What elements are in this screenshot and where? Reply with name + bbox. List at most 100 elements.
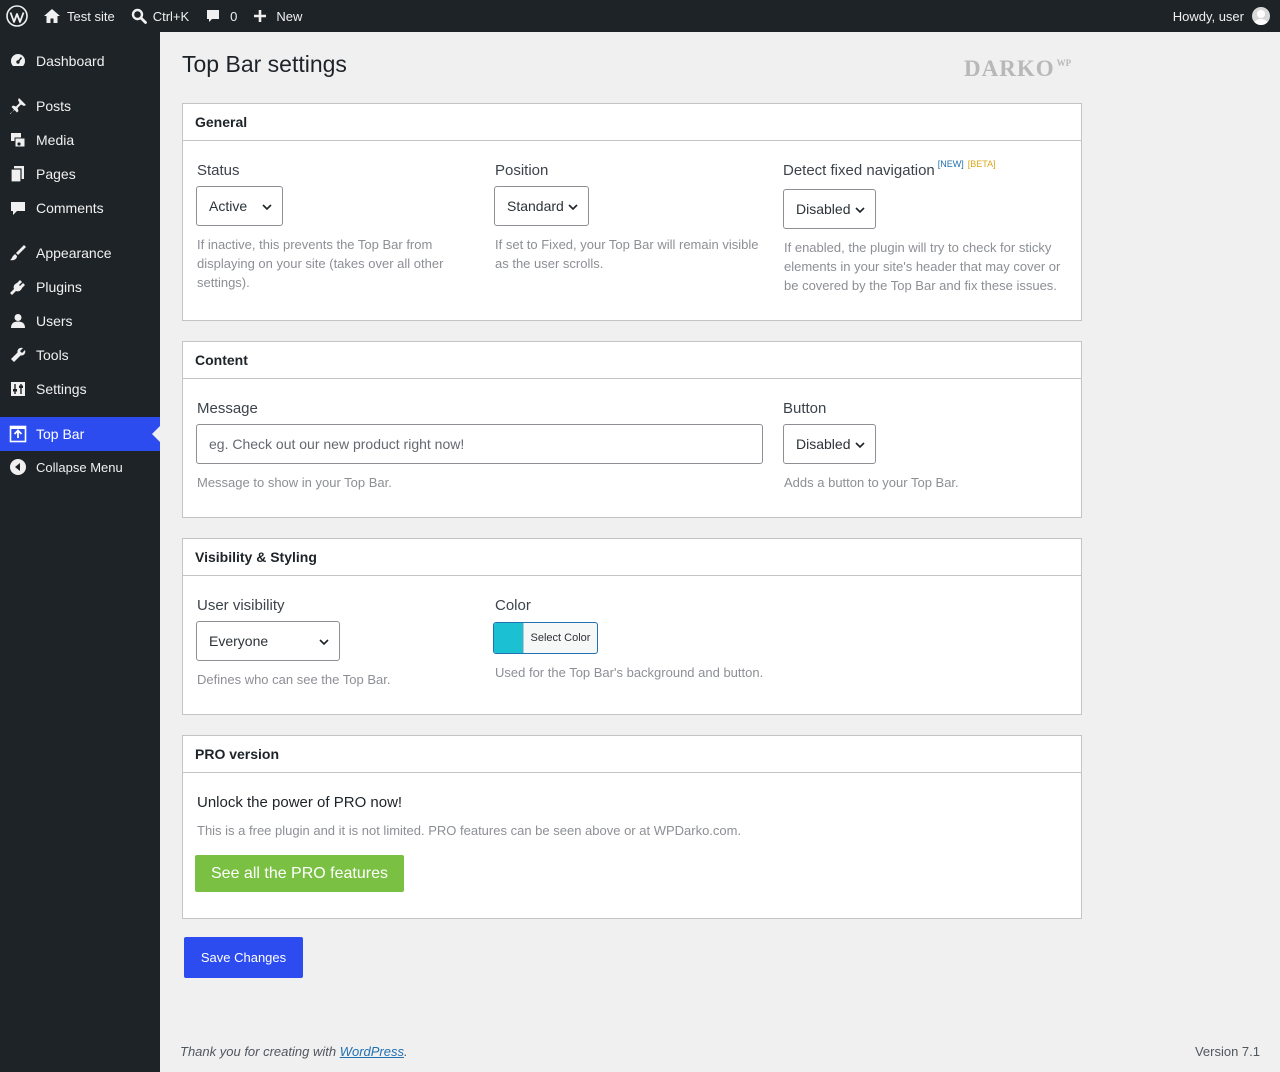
footer-thanks: Thank you for creating with WordPress. (180, 1044, 408, 1059)
menu-settings[interactable]: Settings (0, 372, 160, 406)
beta-badge: [BETA] (967, 159, 996, 169)
search-icon (131, 8, 147, 24)
pro-heading: PRO version (183, 736, 1081, 773)
menu-plugins[interactable]: Plugins (0, 270, 160, 304)
wordpress-link[interactable]: WordPress (340, 1044, 404, 1059)
color-label: Color (495, 597, 531, 614)
media-icon (0, 131, 36, 149)
detect-value: Disabled (796, 201, 851, 217)
menu-dashboard[interactable]: Dashboard (0, 44, 160, 78)
home-icon (44, 9, 60, 23)
plus-icon (254, 10, 267, 22)
detect-help: If enabled, the plugin will try to check… (784, 240, 1061, 293)
position-value: Standard (507, 198, 564, 214)
sliders-icon (0, 380, 36, 398)
save-changes-button[interactable]: Save Changes (184, 937, 303, 978)
menu-posts[interactable]: Posts (0, 89, 160, 123)
menu-media[interactable]: Media (0, 123, 160, 157)
darko-logo: DARKO WP (964, 56, 1071, 82)
menu-label-settings: Settings (36, 381, 87, 397)
chevron-down-icon (319, 639, 329, 646)
comments-link[interactable]: 0 (197, 0, 245, 32)
button-help: Adds a button to your Top Bar. (784, 475, 959, 490)
pro-title: Unlock the power of PRO now! (197, 794, 403, 811)
new-label: New (276, 8, 303, 24)
search-shortcut[interactable]: Ctrl+K (123, 0, 197, 32)
howdy-text: Howdy, user (1172, 8, 1244, 24)
content-heading: Content (183, 342, 1081, 379)
pages-icon (0, 165, 36, 183)
detect-navigation-select[interactable]: Disabled (783, 189, 876, 229)
message-field: Message (197, 400, 258, 417)
menu-label-media: Media (36, 132, 75, 148)
menu-label-dashboard: Dashboard (36, 53, 105, 69)
detect-field: Detect fixed navigation [NEW] [BETA] (783, 159, 1073, 179)
message-help: Message to show in your Top Bar. (197, 475, 392, 490)
status-help: If inactive, this prevents the Top Bar f… (197, 237, 444, 290)
select-color-label: Select Color (530, 632, 591, 644)
wordpress-logo-icon[interactable] (0, 0, 35, 32)
logo-sup: WP (1056, 58, 1072, 68)
wrench-icon (0, 346, 36, 364)
menu-tools[interactable]: Tools (0, 338, 160, 372)
menu-top-bar[interactable]: Top Bar (0, 417, 160, 451)
general-panel: General Status Active If inactive, this … (182, 103, 1082, 321)
position-label: Position (495, 162, 549, 179)
general-heading: General (183, 104, 1081, 141)
menu-appearance[interactable]: Appearance (0, 236, 160, 270)
dashboard-icon (0, 52, 36, 70)
paintbrush-icon (0, 244, 36, 262)
status-label: Status (197, 162, 240, 179)
my-account[interactable]: Howdy, user (1173, 0, 1280, 32)
position-select[interactable]: Standard (494, 186, 589, 226)
chevron-down-icon (568, 204, 578, 211)
collapse-icon (0, 458, 36, 476)
user-icon (0, 312, 36, 330)
footer-version: Version 7.1 (1194, 1044, 1260, 1059)
visibility-heading: Visibility & Styling (183, 539, 1081, 576)
menu-label-posts: Posts (36, 98, 72, 114)
chevron-down-icon (262, 204, 272, 211)
color-swatch (494, 623, 524, 653)
pro-panel: PRO version Unlock the power of PRO now!… (182, 735, 1082, 919)
user-visibility-select[interactable]: Everyone (196, 621, 340, 661)
position-help: If set to Fixed, your Top Bar will remai… (495, 237, 759, 271)
menu-pages[interactable]: Pages (0, 157, 160, 191)
see-pro-features-button[interactable]: See all the PRO features (195, 855, 404, 892)
pushpin-icon (0, 97, 36, 115)
search-shortcut-label: Ctrl+K (152, 8, 190, 24)
admin-menu: Dashboard Posts Media Pages Comments App… (0, 32, 160, 1072)
pro-description: This is a free plugin and it is not limi… (197, 823, 742, 838)
comment-icon (207, 10, 220, 22)
site-name-link[interactable]: Test site (35, 0, 123, 32)
message-input[interactable] (196, 424, 763, 464)
user-visibility-help: Defines who can see the Top Bar. (197, 672, 391, 687)
footer-thanks-prefix: Thank you for creating with (180, 1044, 340, 1059)
color-field: Color (495, 597, 531, 614)
menu-label-comments: Comments (36, 200, 104, 216)
menu-label-tools: Tools (36, 347, 69, 363)
status-field: Status (197, 162, 477, 179)
button-select[interactable]: Disabled (783, 424, 876, 464)
menu-label-pages: Pages (36, 166, 76, 182)
new-content-link[interactable]: New (245, 0, 310, 32)
detect-label: Detect fixed navigation (783, 162, 935, 179)
status-select[interactable]: Active (196, 186, 283, 226)
color-picker-button[interactable]: Select Color (493, 622, 598, 654)
collapse-menu-button[interactable]: Collapse Menu (0, 450, 160, 484)
menu-label-users: Users (36, 313, 73, 329)
page-title: Top Bar settings (182, 51, 347, 77)
upload-icon (0, 425, 36, 443)
footer-thanks-suffix: . (404, 1044, 408, 1059)
menu-label-plugins: Plugins (36, 279, 82, 295)
position-field: Position (495, 162, 765, 179)
message-label: Message (197, 400, 258, 417)
button-value: Disabled (796, 436, 851, 452)
menu-comments[interactable]: Comments (0, 191, 160, 225)
plug-icon (0, 278, 36, 296)
menu-users[interactable]: Users (0, 304, 160, 338)
button-label: Button (783, 400, 827, 417)
site-name: Test site (67, 8, 115, 24)
menu-label-appearance: Appearance (36, 245, 112, 261)
admin-bar: Test site Ctrl+K 0 New Howdy, user (0, 0, 1280, 32)
